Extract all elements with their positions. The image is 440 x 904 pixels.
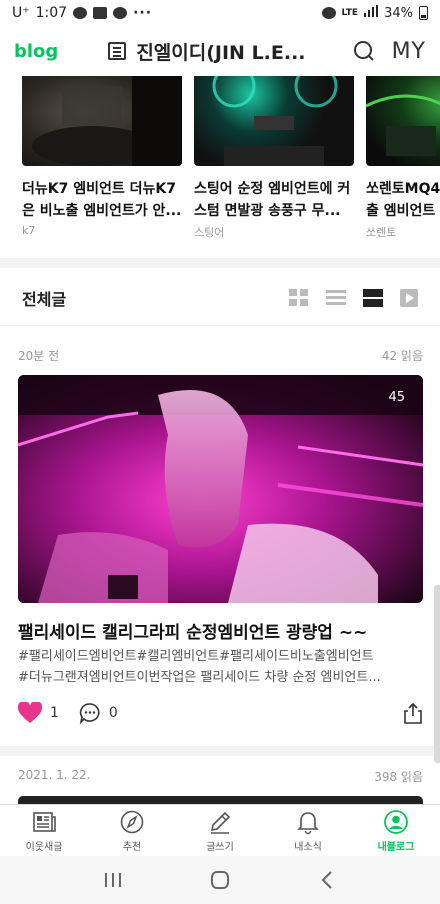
my-button[interactable]: MY: [392, 39, 426, 64]
search-icon[interactable]: [353, 41, 374, 61]
card-tag: k7: [22, 224, 36, 237]
nav-notifications[interactable]: 내소식: [264, 805, 352, 856]
share-icon[interactable]: [403, 702, 423, 724]
app-header: blog 진엘이디(JIN L.E... MY: [0, 26, 440, 76]
card-thumbnail: [194, 76, 354, 166]
nav-write[interactable]: 글쓰기: [176, 805, 264, 856]
image-notification-icon: [93, 7, 108, 19]
card-tag: 쏘렌토: [366, 226, 397, 239]
blog-title[interactable]: 진엘이디(JIN L.E...: [136, 38, 305, 65]
post-excerpt[interactable]: #팰리세이드엠비언트#캘리엠비언트#팰리세이드비노출엠비언트 #더뉴그랜져엠비언…: [18, 646, 423, 688]
card-thumbnail: [366, 76, 440, 166]
compass-icon: [120, 810, 144, 833]
nav-label: 이웃새글: [25, 841, 63, 853]
comment-count: 0: [108, 705, 118, 721]
post-actions: 1 0: [18, 700, 423, 726]
nav-label: 글쓰기: [206, 841, 234, 853]
comment-icon[interactable]: [79, 702, 101, 725]
card-title: 쏘렌토MQ4 출 엠비언트: [366, 181, 440, 219]
post-read-count: 398 읽음: [374, 770, 423, 784]
back-icon[interactable]: [312, 868, 342, 892]
all-posts-header: 전체글: [0, 270, 440, 326]
category-list-icon[interactable]: [108, 42, 127, 60]
nav-label: 추천: [122, 841, 142, 853]
post-title[interactable]: 팰리세이드 캘리그라피 순정엠비언트 광량업 ~~: [18, 618, 428, 643]
list-view-icon[interactable]: [326, 289, 346, 307]
image-count-badge: 45: [388, 390, 405, 405]
profile-icon: [384, 809, 408, 834]
more-notifications-icon: ···: [133, 5, 153, 21]
section-title: 전체글: [22, 289, 67, 309]
alarm-icon: [321, 7, 336, 19]
carousel-card[interactable]: 스팅어 순정 엠비언트에 커 스텀 면발광 송풍구 무... 스팅어: [194, 76, 354, 240]
system-navigation-bar: [0, 856, 440, 904]
like-heart-icon[interactable]: [18, 702, 42, 724]
battery-icon: [419, 6, 428, 20]
carousel-card[interactable]: 쏘렌토MQ4 출 엠비언트 쏘렌토: [366, 76, 440, 240]
carrier-label: U⁺: [12, 5, 30, 21]
network-label: LTE: [341, 8, 359, 18]
bottom-navigation: 이웃새글 추천 글쓰기 내소식 내블로그: [0, 804, 440, 856]
home-icon[interactable]: [205, 868, 235, 892]
facebook-notification-icon: [113, 7, 128, 19]
post-date: 2021. 1. 22.: [18, 768, 91, 782]
status-bar: U⁺ 1:07 ··· LTE 34%: [0, 0, 440, 26]
nav-neighbor-posts[interactable]: 이웃새글: [0, 805, 88, 856]
grid-view-icon[interactable]: [289, 288, 309, 307]
like-count: 1: [50, 705, 59, 721]
card-tag: 스팅어: [194, 226, 225, 239]
signal-icon: [364, 5, 379, 21]
section-divider: [0, 258, 440, 268]
view-mode-toggles: [289, 288, 418, 307]
post-image[interactable]: [18, 796, 423, 804]
post-divider: [0, 746, 440, 756]
post-meta: 2021. 1. 22. 398 읽음: [18, 768, 423, 785]
card-title: 더뉴K7 엠비언트 더뉴K7 은 비노출 엠비언트가 안...: [22, 181, 182, 219]
nav-label: 내블로그: [377, 841, 415, 853]
card-title: 스팅어 순정 엠비언트에 커 스텀 면발광 송풍구 무...: [194, 181, 351, 219]
bell-icon: [297, 811, 319, 834]
pencil-icon: [210, 811, 231, 834]
post-time: 20분 전: [18, 349, 60, 363]
popular-posts-carousel[interactable]: 더뉴K7 엠비언트 더뉴K7 은 비노출 엠비언트가 안... k7 스팅어 순…: [0, 76, 440, 244]
card-view-icon[interactable]: [363, 288, 383, 307]
post-meta: 20분 전 42 읽음: [18, 347, 423, 364]
nav-my-blog[interactable]: 내블로그: [352, 805, 440, 856]
recent-apps-icon[interactable]: [98, 868, 128, 892]
video-view-icon[interactable]: [400, 288, 418, 307]
blog-logo[interactable]: blog: [14, 41, 58, 62]
news-icon: [33, 811, 56, 832]
nav-label: 내소식: [294, 841, 322, 853]
chat-notification-icon: [73, 7, 88, 19]
scrollbar-thumb[interactable]: [434, 585, 440, 763]
clock: 1:07: [35, 5, 68, 21]
carousel-card[interactable]: 더뉴K7 엠비언트 더뉴K7 은 비노출 엠비언트가 안... k7: [22, 76, 182, 237]
card-thumbnail: [22, 76, 182, 166]
battery-percent: 34%: [384, 5, 413, 21]
post-image[interactable]: 45: [18, 375, 423, 603]
nav-recommend[interactable]: 추천: [88, 805, 176, 856]
post-read-count: 42 읽음: [381, 349, 423, 363]
